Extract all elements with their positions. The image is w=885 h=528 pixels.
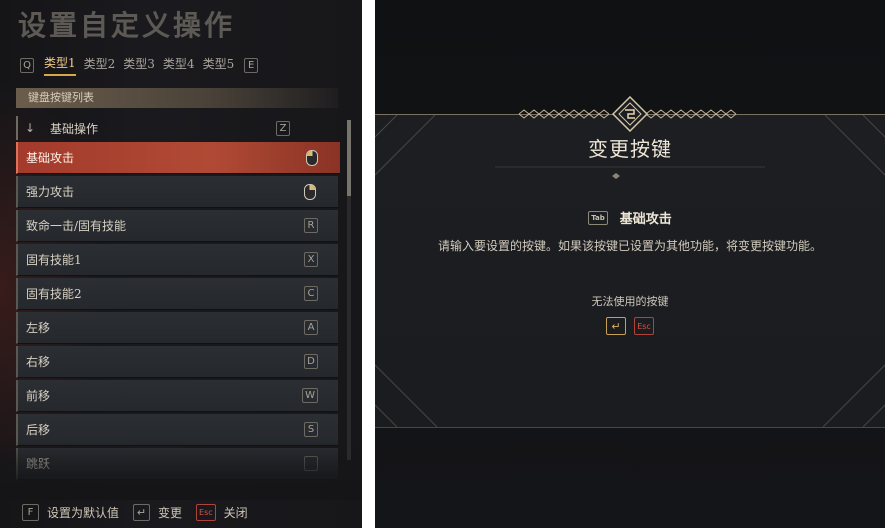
action-key: S [304, 422, 318, 437]
close-button[interactable]: Esc 关闭 [196, 503, 248, 521]
enter-icon: ↵ [606, 317, 626, 335]
dialog-title: 变更按键 [588, 137, 672, 161]
close-label: 关闭 [223, 505, 248, 520]
esc-key: Esc [634, 317, 654, 335]
scrollbar-thumb[interactable] [347, 120, 351, 196]
tab-next-key[interactable]: E [244, 57, 259, 73]
target-action-name: 基础攻击 [619, 212, 672, 227]
action-key: A [304, 320, 318, 335]
action-label: 固有技能2 [26, 287, 82, 301]
arrow-down-icon: ↓ [24, 121, 36, 135]
target-action: Tab 基础攻击 [375, 208, 885, 227]
action-row-strong-attack[interactable]: 强力攻击 [16, 176, 338, 208]
action-label: 后移 [26, 423, 51, 437]
list-fade-overlay [0, 440, 362, 500]
action-row-move-right[interactable]: 右移 D [16, 346, 338, 378]
tab-type-1[interactable]: 类型1 [44, 54, 76, 76]
action-label: 固有技能1 [26, 253, 82, 267]
keybind-settings-panel: 设置自定义操作 Q 类型1 类型2 类型3 类型4 类型5 E 键盘按键列表 ↓… [0, 0, 362, 528]
change-label: 变更 [158, 505, 183, 520]
action-label: 前移 [26, 389, 51, 403]
mouse-right-icon [304, 183, 316, 200]
category-label: 基础操作 [50, 121, 99, 136]
reset-default-button[interactable]: F 设置为默认值 [22, 503, 120, 521]
action-key: X [304, 252, 318, 267]
action-key: D [304, 354, 318, 369]
action-row-move-forward[interactable]: 前移 W [16, 380, 338, 412]
tab-prev-key[interactable]: Q [20, 57, 34, 73]
action-row-skill-1[interactable]: 固有技能1 X [16, 244, 338, 276]
action-key: W [302, 388, 318, 403]
action-row-move-left[interactable]: 左移 A [16, 312, 338, 344]
esc-key: Esc [196, 503, 216, 521]
change-key-screen: 变更按键 Tab 基础攻击 请输入要设置的按键。如果该按键已设置为其他功能，将变… [375, 0, 885, 528]
f-key: F [22, 503, 39, 521]
unusable-keys: ↵ Esc [375, 317, 885, 335]
action-row-critical[interactable]: 致命一击/固有技能 R [16, 210, 338, 242]
change-button[interactable]: ↵ 变更 [133, 503, 183, 521]
tab-type-4[interactable]: 类型4 [163, 55, 195, 75]
category-key: Z [276, 120, 290, 136]
footer-hints: F 设置为默认值 ↵ 变更 Esc 关闭 [22, 502, 262, 522]
action-label: 基础攻击 [26, 151, 75, 165]
section-header: 键盘按键列表 [16, 88, 338, 108]
list-scrollbar[interactable] [347, 120, 351, 460]
action-label: 右移 [26, 355, 51, 369]
dialog-message: 请输入要设置的按键。如果该按键已设置为其他功能，将变更按键功能。 [437, 239, 822, 253]
change-key-dialog: 变更按键 Tab 基础攻击 请输入要设置的按键。如果该按键已设置为其他功能，将变… [375, 114, 885, 428]
action-label: 强力攻击 [26, 185, 75, 199]
action-row-skill-2[interactable]: 固有技能2 C [16, 278, 338, 310]
unusable-keys-label: 无法使用的按键 [591, 295, 669, 308]
action-key: R [304, 218, 318, 233]
tab-key: Tab [588, 210, 608, 225]
action-row-basic-attack[interactable]: 基础攻击 [16, 142, 340, 174]
mouse-left-icon [306, 149, 318, 166]
enter-icon: ↵ [133, 503, 151, 521]
action-label: 致命一击/固有技能 [26, 219, 127, 233]
reset-default-label: 设置为默认值 [47, 505, 120, 520]
action-key: C [304, 286, 318, 301]
screenshot-divider [362, 0, 375, 528]
page-title: 设置自定义操作 [18, 9, 236, 42]
action-label: 左移 [26, 321, 51, 335]
dialog-emblem-icon [518, 96, 737, 132]
category-basic-ops[interactable]: ↓ 基础操作 Z [16, 116, 296, 140]
tab-type-2[interactable]: 类型2 [84, 55, 116, 75]
tab-type-3[interactable]: 类型3 [123, 55, 155, 75]
tab-type-5[interactable]: 类型5 [203, 55, 235, 75]
category-tabs: Q 类型1 类型2 类型3 类型4 类型5 E [20, 54, 259, 76]
